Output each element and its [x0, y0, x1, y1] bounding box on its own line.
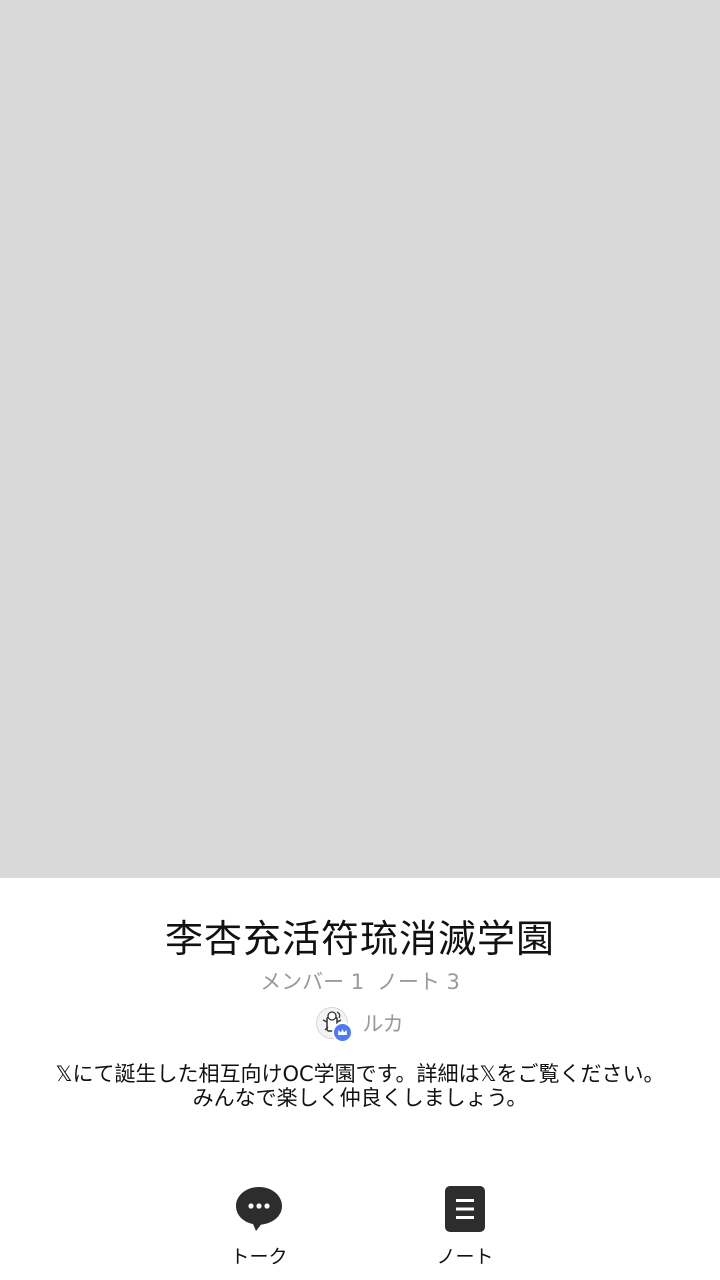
note-count: ノート 3: [376, 970, 460, 994]
talk-label: トーク: [230, 1246, 288, 1268]
room-description: 𝕏にて誕生した相互向けOC学園です。詳細は𝕏をご覧ください。 みんなで楽しく仲良…: [30, 1062, 690, 1110]
member-count: メンバー 1: [260, 970, 365, 994]
bottom-actions: トーク ノート: [0, 1184, 720, 1280]
talk-button[interactable]: トーク: [199, 1184, 319, 1276]
description-line: 𝕏にて誕生した相互向けOC学園です。詳細は𝕏をご覧ください。: [55, 1062, 665, 1086]
chat-bubble-icon: [236, 1187, 282, 1231]
note-button[interactable]: ノート: [405, 1184, 525, 1276]
character-avatar-icon: [316, 1007, 354, 1043]
room-info-panel: 李杏充活符琉消滅学園 メンバー 1 ノート 3 ルカ 𝕏にて誕生した相互向けOC…: [0, 878, 720, 1280]
room-owner[interactable]: ルカ: [0, 1006, 720, 1043]
description-line: みんなで楽しく仲良くしましょう。: [192, 1086, 528, 1110]
crown-badge-icon: [332, 1022, 354, 1043]
cover-image: [0, 0, 720, 878]
room-title: 李杏充活符琉消滅学園: [164, 917, 555, 961]
owner-name: ルカ: [362, 1012, 404, 1036]
note-icon: [445, 1186, 485, 1232]
room-stats: メンバー 1 ノート 3: [0, 966, 720, 996]
note-label: ノート: [436, 1246, 494, 1268]
